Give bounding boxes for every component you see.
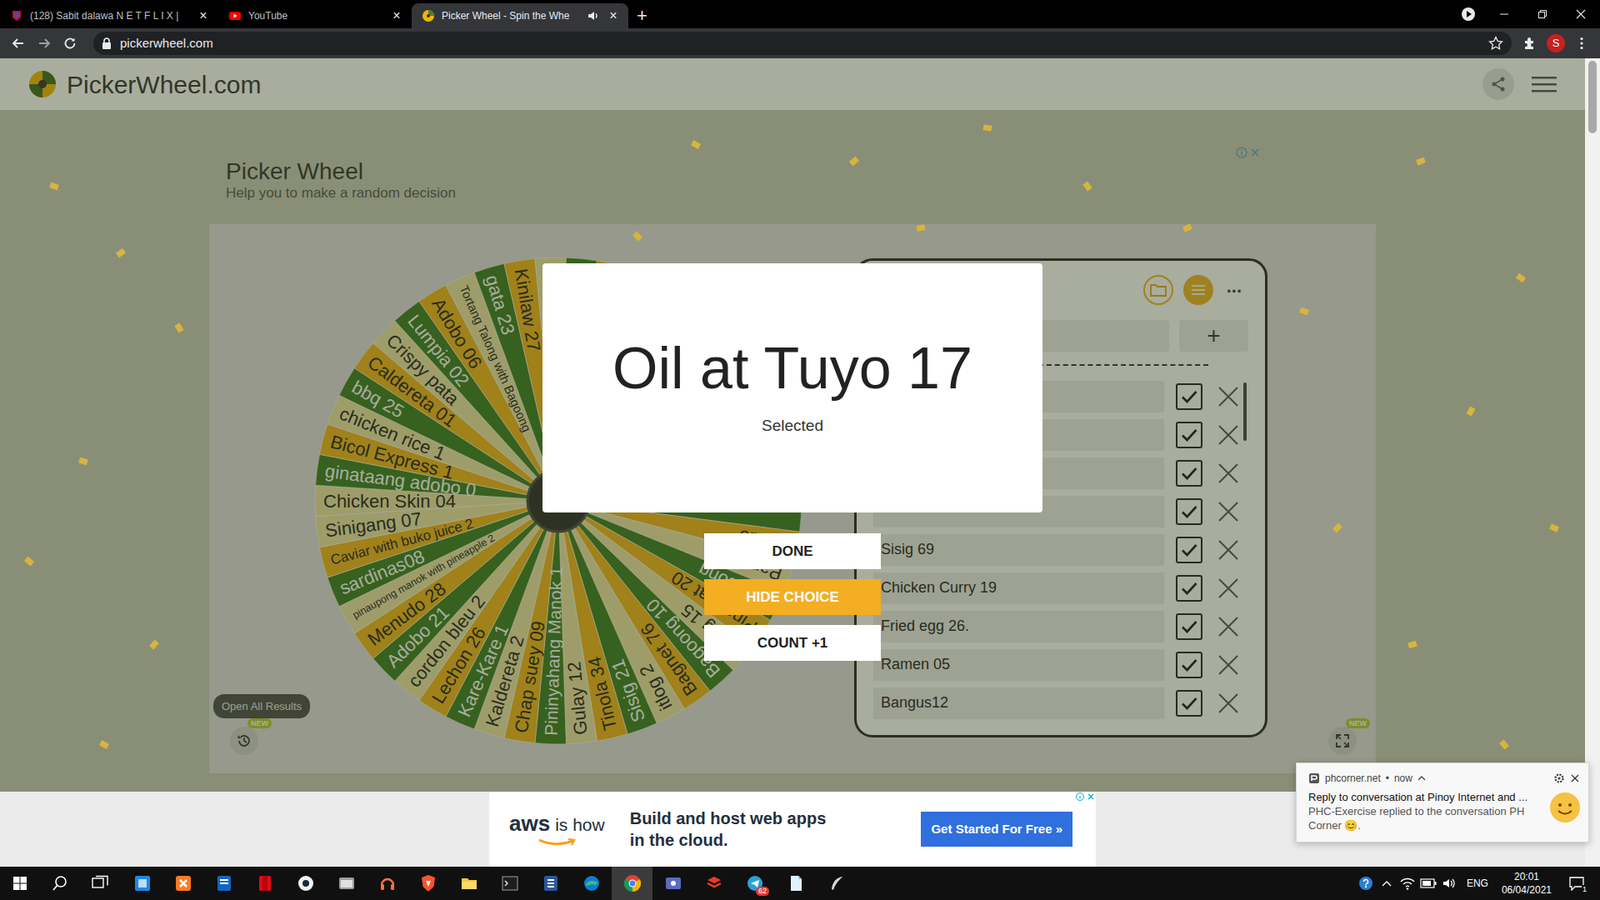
tab-title: (128) Sabit dalawa N E T F L I X |	[30, 8, 184, 24]
tab-close-button[interactable]: ×	[196, 9, 210, 23]
count-button[interactable]: COUNT +1	[704, 625, 881, 661]
result-card: Oil at Tuyo 17 Selected	[542, 263, 1043, 513]
show-hidden-icons-chevron-icon[interactable]	[1376, 880, 1398, 887]
taskbar-app-icon[interactable]	[121, 866, 163, 900]
confetti-piece	[982, 124, 992, 132]
volume-icon[interactable]	[1439, 876, 1460, 890]
lock-icon[interactable]	[101, 37, 112, 50]
tab-close-button[interactable]: ×	[606, 9, 620, 23]
taskbar-app-icon[interactable]	[775, 866, 816, 900]
taskbar-app-icon[interactable]	[244, 866, 285, 900]
emoji-image-icon	[1550, 792, 1580, 823]
aws-logo[interactable]: awsis how	[509, 811, 605, 847]
tab-favicon-icon	[421, 9, 435, 23]
aws-smile-icon	[509, 838, 605, 847]
battery-icon[interactable]	[1418, 878, 1440, 889]
profile-avatar[interactable]: S	[1546, 34, 1565, 53]
notification-separator: •	[1385, 770, 1390, 786]
close-icon[interactable]	[1570, 773, 1580, 784]
wifi-icon[interactable]	[1397, 876, 1419, 890]
settings-gear-icon[interactable]	[1553, 772, 1565, 785]
notification-count: 1	[1581, 885, 1588, 895]
taskbar-app-icon[interactable]: 62	[734, 866, 775, 900]
ad-banner[interactable]: awsis how Build and host web appsin the c…	[489, 791, 1096, 867]
site-icon	[1308, 772, 1320, 785]
taskbar-app-icon[interactable]	[570, 866, 612, 900]
ad-cta-button[interactable]: Get Started For Free »	[920, 811, 1073, 848]
selected-choice: Oil at Tuyo 17	[612, 335, 973, 403]
clock-date: 06/04/2021	[1501, 883, 1552, 897]
taskbar-app-icon[interactable]	[325, 866, 367, 900]
browser-menu-icon[interactable]	[1569, 30, 1595, 56]
ad-close-icon[interactable]	[1085, 791, 1096, 802]
notification-toast[interactable]: phcorner.net•now Reply to conversation at…	[1295, 762, 1590, 843]
taskbar-app-icon[interactable]	[162, 866, 204, 900]
notification-time: now	[1394, 770, 1413, 786]
clock[interactable]: 20:0106/04/2021	[1495, 870, 1559, 897]
taskbar-app-icon[interactable]	[407, 866, 449, 900]
profile-button[interactable]: S	[1543, 30, 1569, 56]
taskbar-app-icon[interactable]	[530, 866, 571, 900]
aws-brand: aws	[509, 812, 550, 835]
media-control-button[interactable]	[1455, 0, 1482, 29]
notification-body: PHC-Exercise replied to the conversation…	[1308, 805, 1542, 834]
ad-headline: Build and host web appsin the cloud.	[630, 807, 827, 851]
ad-info-icon[interactable]	[1075, 791, 1085, 802]
hide-choice-button[interactable]: HIDE CHOICE	[704, 579, 881, 615]
taskbar-app-icon[interactable]	[611, 866, 653, 900]
app-badge: 62	[755, 886, 770, 896]
browser-tab[interactable]: (128) Sabit dalawa N E T F L I X | ×	[0, 3, 219, 29]
action-center-icon[interactable]: 1	[1558, 866, 1595, 900]
tab-favicon-icon	[228, 9, 242, 23]
forward-button[interactable]	[31, 30, 57, 56]
headline-line: in the cloud.	[630, 829, 827, 851]
start-button-icon[interactable]	[0, 866, 40, 900]
address-bar[interactable]: pickerwheel.com	[93, 31, 1512, 55]
task-view-icon[interactable]	[80, 866, 120, 900]
notification-title: Reply to conversation at Pinoy Internet …	[1308, 790, 1542, 805]
taskbar-app-icon[interactable]	[285, 866, 326, 900]
system-tray: ENG20:0106/04/20211	[1355, 866, 1600, 900]
browser-tab[interactable]: YouTube ×	[218, 3, 412, 29]
clock-time: 20:01	[1501, 870, 1552, 884]
taskbar-app-icon[interactable]	[448, 866, 490, 900]
selected-caption: Selected	[761, 414, 824, 439]
notification-source: phcorner.net	[1325, 770, 1381, 786]
tab-title: YouTube	[248, 8, 377, 24]
reload-button[interactable]	[57, 30, 83, 56]
input-language[interactable]: ENG	[1460, 875, 1495, 891]
audio-indicator-icon[interactable]	[586, 9, 600, 23]
tab-title: Picker Wheel - Spin the Whe	[441, 8, 580, 24]
page-scrollbar-thumb[interactable]	[1588, 60, 1597, 134]
search-icon[interactable]	[40, 866, 80, 900]
taskbar-app-icon[interactable]	[815, 866, 857, 900]
tab-close-button[interactable]: ×	[390, 9, 404, 23]
taskbar-app-icon[interactable]	[489, 866, 530, 900]
tab-favicon-icon	[10, 9, 24, 23]
done-button[interactable]: DONE	[704, 533, 881, 570]
browser-tab[interactable]: Picker Wheel - Spin the Whe ×	[411, 3, 629, 29]
result-dialog: Oil at Tuyo 17 Selected DONE HIDE CHOICE COU…	[0, 263, 1585, 661]
address-text[interactable]: pickerwheel.com	[120, 34, 1480, 54]
collapse-chevron-icon[interactable]	[1417, 775, 1426, 782]
taskbar-app-icon[interactable]	[366, 866, 408, 900]
bookmark-star-icon[interactable]	[1488, 35, 1504, 51]
ad-choices[interactable]	[1075, 791, 1096, 802]
taskbar-app-icon[interactable]	[693, 866, 735, 900]
taskbar-app-icon[interactable]	[652, 866, 694, 900]
help-icon[interactable]	[1355, 875, 1377, 891]
headline-line: Build and host web apps	[630, 807, 827, 830]
extensions-icon[interactable]	[1517, 30, 1543, 56]
ad-tagline: is how	[555, 811, 605, 839]
close-window-button[interactable]	[1561, 0, 1600, 29]
taskbar-app-icon[interactable]	[203, 866, 245, 900]
minimize-button[interactable]	[1485, 0, 1524, 29]
restore-button[interactable]	[1523, 0, 1562, 29]
back-button[interactable]	[5, 30, 31, 56]
new-tab-button[interactable]: +	[628, 3, 656, 29]
